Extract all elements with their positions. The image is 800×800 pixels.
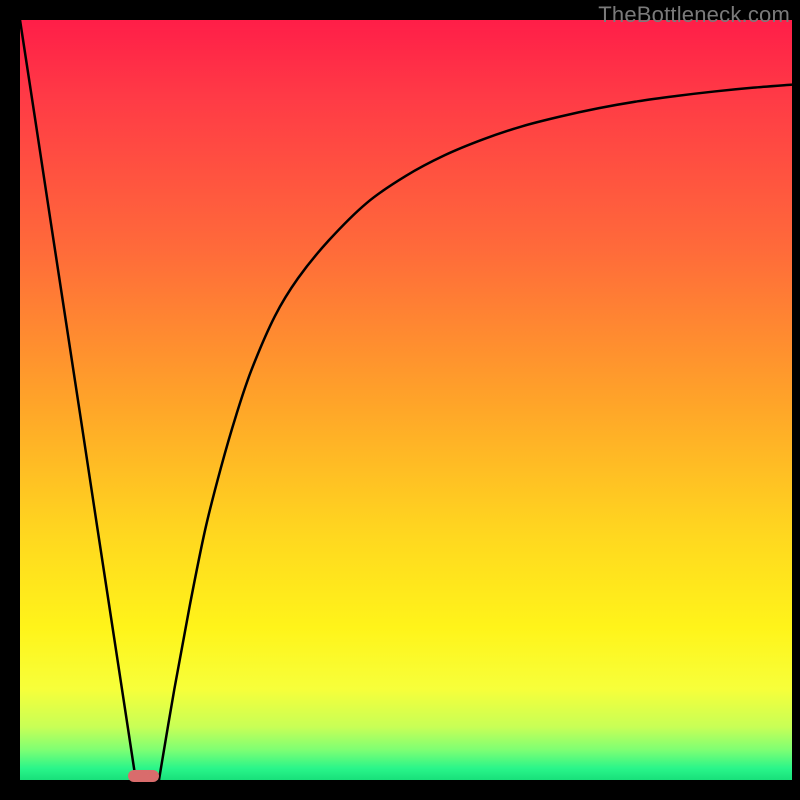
watermark-text: TheBottleneck.com: [598, 2, 790, 28]
plot-area: [20, 20, 792, 780]
min-marker-bar: [128, 770, 159, 782]
bottleneck-curve: [20, 20, 792, 780]
curve-right-branch: [159, 85, 792, 780]
curve-left-branch: [20, 20, 136, 780]
chart-frame: TheBottleneck.com: [0, 0, 800, 800]
